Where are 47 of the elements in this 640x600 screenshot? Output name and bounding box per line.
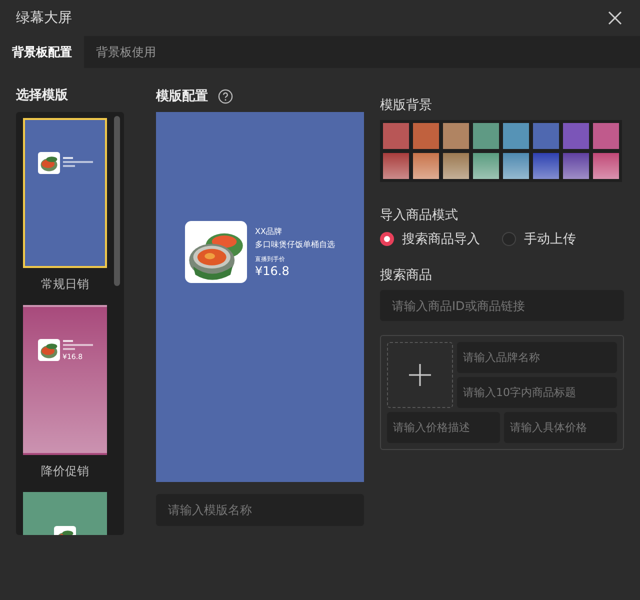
plus-icon [408,363,432,387]
gradient-swatch[interactable] [593,153,619,179]
section-heading: 选择模版 [16,87,69,105]
template-name-field[interactable]: 请输入模版名称 [156,494,364,526]
window-title: 绿幕大屏 [16,9,72,27]
product-price: ¥16.8 [255,264,290,278]
title-field[interactable]: 请输入10字内商品标题 [457,377,617,408]
brand-field[interactable]: 请输入品牌名称 [457,342,617,373]
gradient-swatch[interactable] [473,153,499,179]
radio-button[interactable] [380,232,394,246]
template-thumbnail[interactable] [23,118,107,268]
price-field[interactable]: 请输入具体价格 [504,412,617,443]
product-title: 多口味煲仔饭单桶自选 [255,239,335,250]
help-icon[interactable] [218,88,233,104]
template-name: 降价促销 [41,463,89,480]
section-heading: 模版配置 [156,88,208,105]
image-upload-button[interactable] [387,342,453,408]
price-description-field[interactable]: 请输入价格描述 [387,412,500,443]
color-swatch[interactable] [383,123,409,149]
gradient-swatch[interactable] [503,153,529,179]
tab[interactable]: 背景板配置 [0,36,84,68]
section-heading: 搜索商品 [380,267,433,284]
gradient-swatch[interactable] [563,153,589,179]
color-swatch[interactable] [563,123,589,149]
product-brand: XX品牌 [255,226,283,237]
color-swatch[interactable] [413,123,439,149]
search-field[interactable]: 请输入商品ID或商品链接 [380,290,624,321]
scrollbar-thumb[interactable] [114,116,120,286]
gradient-swatch[interactable] [383,153,409,179]
close-icon[interactable] [608,11,622,25]
template-name: 常规日销 [41,276,89,293]
radio-label: 搜索商品导入 [402,231,480,248]
gradient-swatch[interactable] [443,153,469,179]
radio-label: 手动上传 [524,231,576,248]
color-swatch[interactable] [473,123,499,149]
gradient-swatch[interactable] [413,153,439,179]
text-lines-drawing [62,157,92,169]
radio-button[interactable] [502,232,516,246]
color-swatch[interactable] [443,123,469,149]
color-swatch[interactable] [593,123,619,149]
section-heading: 模版背景 [380,97,433,114]
text-lines-drawing [62,340,92,352]
color-swatch[interactable] [533,123,559,149]
section-heading: 导入商品模式 [380,207,459,224]
color-swatch[interactable] [503,123,529,149]
tab[interactable]: 背景板使用 [84,36,168,68]
gradient-swatch[interactable] [533,153,559,179]
